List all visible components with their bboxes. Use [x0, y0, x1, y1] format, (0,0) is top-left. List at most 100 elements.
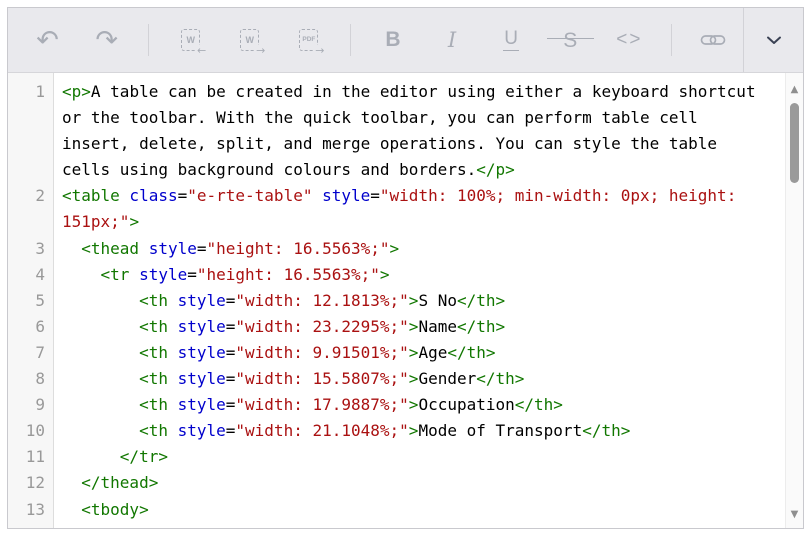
code-line-content: <th style="width: 23.2295%;">Name</th> [54, 314, 505, 340]
code-row[interactable]: 8 <th style="width: 15.5807%;">Gender</t… [8, 366, 786, 392]
code-token-txt [62, 265, 101, 284]
code-row[interactable]: 9 <th style="width: 17.9887%;">Occupatio… [8, 392, 786, 418]
strikethrough-bar [547, 38, 594, 40]
code-token-txt: = [187, 265, 197, 284]
code-view-button[interactable]: <> [612, 17, 647, 63]
code-row[interactable]: 12 </thead> [8, 470, 786, 496]
undo-button[interactable]: ↶ [30, 17, 65, 63]
code-token-tag: <th [139, 291, 168, 310]
code-token-str: "width: 9.91501%;" [235, 343, 408, 362]
scrollbar-down-arrow[interactable]: ▼ [786, 510, 803, 520]
code-token-tag: </th> [476, 369, 524, 388]
toolbar-separator [350, 24, 351, 56]
code-token-tag: <th [139, 343, 168, 362]
scrollbar-up-arrow[interactable]: ▲ [786, 85, 803, 95]
code-row[interactable]: 1<p>A table can be created in the editor… [8, 79, 786, 105]
code-line-content: insert, delete, split, and merge operati… [54, 131, 717, 157]
line-number: 9 [8, 392, 54, 418]
code-row[interactable]: 3 <thead style="height: 16.5563%;"> [8, 236, 786, 262]
line-number [8, 157, 54, 183]
code-token-txt [62, 447, 120, 466]
rich-text-editor: ↶ ↷ W ← W → PDF → [7, 7, 804, 529]
code-row[interactable]: insert, delete, split, and merge operati… [8, 131, 786, 157]
word-doc-label: W [186, 36, 195, 45]
strikethrough-button[interactable]: S [553, 17, 588, 63]
code-line-content: or the toolbar. With the quick toolbar, … [54, 105, 698, 131]
code-line-content: <p>A table can be created in the editor … [54, 79, 756, 105]
bold-button[interactable]: B [375, 17, 410, 63]
code-row[interactable]: 7 <th style="width: 9.91501%;">Age</th> [8, 340, 786, 366]
code-row[interactable]: or the toolbar. With the quick toolbar, … [8, 105, 786, 131]
code-line-content: <th style="width: 21.1048%;">Mode of Tra… [54, 418, 630, 444]
redo-icon: ↷ [95, 27, 118, 54]
underline-button[interactable]: U [494, 17, 529, 63]
code-token-tag: > [409, 343, 419, 362]
code-token-tag: <table [62, 186, 120, 205]
code-row[interactable]: 10 <th style="width: 21.1048%;">Mode of … [8, 418, 786, 444]
line-number [8, 105, 54, 131]
code-row[interactable]: 2<table class="e-rte-table" style="width… [8, 183, 786, 209]
code-row[interactable]: 151px;"> [8, 209, 786, 235]
code-token-txt: S No [418, 291, 457, 310]
code-view-editor[interactable]: 1<p>A table can be created in the editor… [8, 73, 803, 528]
code-token-str: "width: 23.2295%;" [235, 317, 408, 336]
code-token-str: "width: 17.9887%;" [235, 395, 408, 414]
code-line-content: <tr style="height: 16.5563%;"> [54, 523, 390, 528]
code-row[interactable]: 5 <th style="width: 12.1813%;">S No</th> [8, 288, 786, 314]
code-token-str: "width: 100%; min-width: 0px; height: [380, 186, 736, 205]
code-row[interactable]: 11 </tr> [8, 444, 786, 470]
code-token-txt: = [226, 343, 236, 362]
insert-link-button[interactable] [696, 17, 731, 63]
code-token-tag: <thead [81, 239, 139, 258]
code-token-tag: </th> [457, 317, 505, 336]
export-word-button[interactable]: W → [232, 17, 267, 63]
link-icon [699, 28, 727, 52]
line-number: 3 [8, 236, 54, 262]
import-word-button[interactable]: W ← [173, 17, 208, 63]
code-token-tag: > [380, 265, 390, 284]
code-row[interactable]: 13 <tbody> [8, 497, 786, 523]
vertical-scrollbar[interactable]: ▲ ▼ [785, 73, 803, 528]
code-token-txt: Gender [418, 369, 476, 388]
code-row[interactable]: 4 <tr style="height: 16.5563%;"> [8, 262, 786, 288]
code-token-txt [62, 239, 81, 258]
code-token-tag: </th> [457, 291, 505, 310]
code-line-content: <table class="e-rte-table" style="width:… [54, 183, 736, 209]
line-number: 14 [8, 523, 54, 528]
code-token-str: 151px;" [62, 212, 129, 231]
code-row[interactable]: 6 <th style="width: 23.2295%;">Name</th> [8, 314, 786, 340]
code-token-tag: <th [139, 421, 168, 440]
code-token-txt: or the toolbar. With the quick toolbar, … [62, 108, 698, 127]
code-token-txt: = [197, 239, 207, 258]
code-token-txt: Name [418, 317, 457, 336]
undo-icon: ↶ [36, 27, 59, 54]
code-token-attr: style [168, 395, 226, 414]
toolbar-expand-button[interactable] [743, 8, 803, 72]
import-arrow-icon: ← [196, 45, 206, 56]
scrollbar-thumb[interactable] [790, 103, 799, 183]
redo-button[interactable]: ↷ [89, 17, 124, 63]
code-token-txt: Mode of Transport [418, 421, 582, 440]
export-word-icon: W → [240, 29, 259, 51]
export-pdf-button[interactable]: PDF → [291, 17, 326, 63]
code-token-txt: Age [418, 343, 447, 362]
code-token-tag: </thead> [81, 473, 158, 492]
italic-button[interactable]: I [435, 17, 470, 63]
rte-toolbar: ↶ ↷ W ← W → PDF → [8, 8, 803, 73]
code-token-tag: </th> [582, 421, 630, 440]
code-token-txt: = [226, 369, 236, 388]
line-number: 10 [8, 418, 54, 444]
code-token-txt [62, 421, 139, 440]
chevron-down-icon [762, 28, 786, 52]
line-number: 12 [8, 470, 54, 496]
code-rows: 1<p>A table can be created in the editor… [8, 79, 786, 528]
code-view-icon: <> [616, 29, 642, 51]
code-token-tag: </th> [515, 395, 563, 414]
code-token-txt [62, 500, 81, 519]
code-token-tag: > [409, 395, 419, 414]
code-line-content: <th style="width: 9.91501%;">Age</th> [54, 340, 496, 366]
code-row[interactable]: cells using background colours and borde… [8, 157, 786, 183]
line-number: 1 [8, 79, 54, 105]
code-token-str: "width: 15.5807%;" [235, 369, 408, 388]
code-row[interactable]: 14 <tr style="height: 16.5563%;"> [8, 523, 786, 528]
